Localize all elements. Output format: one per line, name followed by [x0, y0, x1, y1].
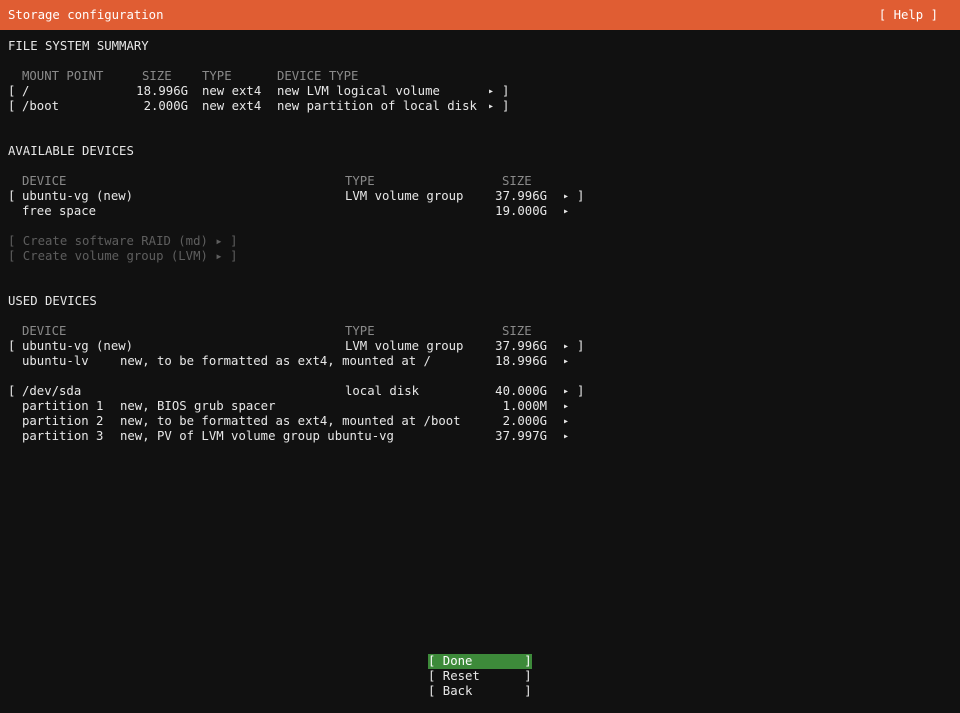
- fs-type: new ext4: [202, 99, 262, 113]
- used-devices-title: USED DEVICES: [8, 294, 97, 308]
- col-size: SIZE: [142, 69, 172, 83]
- col-size: SIZE: [502, 324, 532, 338]
- col-mount-point: MOUNT POINT: [22, 69, 104, 83]
- partition-description: new, PV of LVM volume group ubuntu-vg: [120, 429, 394, 443]
- create-raid-button[interactable]: [ Create software RAID (md) ▸ ]: [8, 234, 238, 249]
- fs-size: 18.996G: [136, 84, 188, 98]
- device-name: ubuntu-vg (new): [22, 339, 134, 353]
- col-device: DEVICE: [22, 324, 67, 338]
- arrow-right-icon: ▸: [563, 191, 570, 202]
- bracket-close: ]: [577, 339, 585, 353]
- help-button[interactable]: [ Help ]: [879, 8, 938, 23]
- arrow-right-icon: ▸: [563, 416, 570, 427]
- col-type: TYPE: [202, 69, 232, 83]
- create-volume-group-button[interactable]: [ Create volume group (LVM) ▸ ]: [8, 249, 238, 264]
- bracket-open: [: [8, 339, 16, 353]
- mount-point: /boot: [22, 99, 60, 113]
- bracket-close: ]: [577, 189, 585, 203]
- reset-button[interactable]: [ Reset ]: [428, 669, 532, 684]
- partition-size: 37.997G: [495, 429, 547, 443]
- arrow-right-icon: ▸: [488, 101, 495, 112]
- partition-name: partition 3: [22, 429, 104, 443]
- device-size: 40.000G: [495, 384, 547, 398]
- arrow-right-icon: ▸: [563, 386, 570, 397]
- arrow-right-icon: ▸: [563, 341, 570, 352]
- partition-size: 2.000G: [502, 414, 547, 428]
- bracket-close: ]: [577, 384, 585, 398]
- col-type: TYPE: [345, 324, 375, 338]
- partition-description: new, BIOS grub spacer: [120, 399, 276, 413]
- device-size: 37.996G: [495, 339, 547, 353]
- available-devices-title: AVAILABLE DEVICES: [8, 144, 134, 158]
- device-name: free space: [22, 204, 97, 218]
- device-size: 19.000G: [495, 204, 547, 218]
- device-type: local disk: [345, 384, 420, 398]
- partition-name: partition 1: [22, 399, 104, 413]
- partition-name: partition 2: [22, 414, 104, 428]
- col-device: DEVICE: [22, 174, 67, 188]
- bracket-close: ]: [502, 84, 510, 98]
- screen-title: Storage configuration: [8, 7, 164, 22]
- arrow-right-icon: ▸: [563, 206, 570, 217]
- header-bar: Storage configuration [ Help ]: [0, 0, 960, 30]
- fs-device-type: new LVM logical volume: [277, 84, 440, 98]
- device-type: LVM volume group: [345, 339, 464, 353]
- bracket-open: [: [8, 84, 16, 98]
- device-name: ubuntu-lv: [22, 354, 89, 368]
- fs-summary-title: FILE SYSTEM SUMMARY: [8, 39, 149, 53]
- bracket-close: ]: [502, 99, 510, 113]
- col-device-type: DEVICE TYPE: [277, 69, 359, 83]
- fs-size: 2.000G: [143, 99, 188, 113]
- partition-size: 1.000M: [502, 399, 547, 413]
- arrow-right-icon: ▸: [563, 356, 570, 367]
- col-type: TYPE: [345, 174, 375, 188]
- done-button[interactable]: [ Done ]: [428, 654, 532, 669]
- device-name: /dev/sda: [22, 384, 82, 398]
- device-size: 18.996G: [495, 354, 547, 368]
- arrow-right-icon: ▸: [563, 431, 570, 442]
- fs-type: new ext4: [202, 84, 262, 98]
- partition-description: new, to be formatted as ext4, mounted at…: [120, 414, 461, 428]
- bracket-open: [: [8, 384, 16, 398]
- bracket-open: [: [8, 189, 16, 203]
- back-button[interactable]: [ Back ]: [428, 684, 532, 699]
- bracket-open: [: [8, 99, 16, 113]
- arrow-right-icon: ▸: [563, 401, 570, 412]
- fs-device-type: new partition of local disk: [277, 99, 477, 113]
- device-size: 37.996G: [495, 189, 547, 203]
- arrow-right-icon: ▸: [488, 86, 495, 97]
- col-size: SIZE: [502, 174, 532, 188]
- device-description: new, to be formatted as ext4, mounted at…: [120, 354, 431, 368]
- mount-point: /: [22, 84, 30, 98]
- device-type: LVM volume group: [345, 189, 464, 203]
- device-name: ubuntu-vg (new): [22, 189, 134, 203]
